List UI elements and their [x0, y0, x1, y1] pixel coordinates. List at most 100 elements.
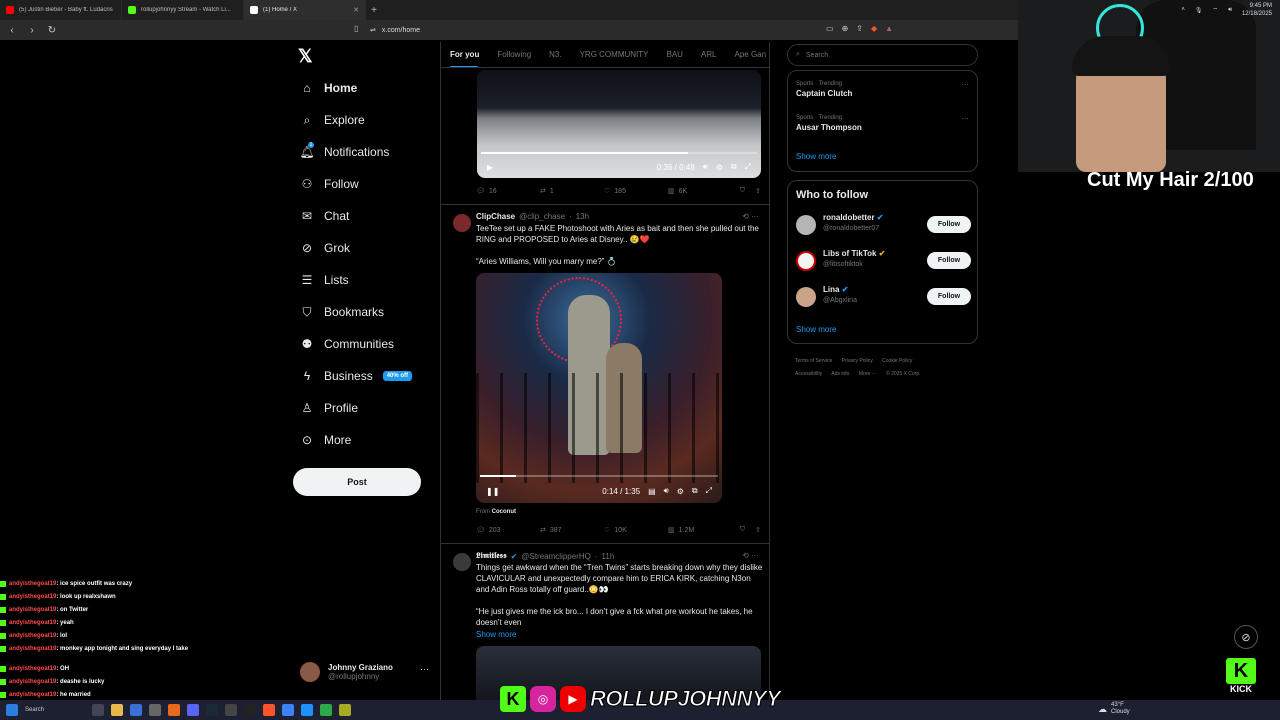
firefox-icon[interactable]	[168, 704, 180, 716]
footer-link[interactable]: Terms of Service	[795, 358, 832, 364]
search-input[interactable]: ⌕ Search	[787, 44, 978, 66]
avatar[interactable]	[453, 214, 471, 232]
avatar[interactable]	[453, 553, 471, 571]
suggestion-item[interactable]: Lina ✔ @Abgxlina Follow	[796, 285, 971, 309]
app-icon[interactable]	[130, 704, 142, 716]
new-tab-button[interactable]: +	[366, 5, 382, 16]
volume-icon[interactable]: 🔊︎	[703, 162, 708, 172]
repost-button[interactable]: ⇄ 387	[540, 526, 604, 535]
grok-floating-button[interactable]: ⊘	[1234, 625, 1258, 649]
nav-home[interactable]: ⌂ Home	[300, 81, 357, 95]
browser-tab-kick[interactable]: rollupjohnnyy Stream - Watch Li...	[122, 0, 244, 20]
author-name[interactable]: ClipChase	[476, 212, 515, 221]
file-explorer-icon[interactable]	[111, 704, 123, 716]
video-progress-bar[interactable]	[481, 152, 757, 154]
tab-following[interactable]: Following	[497, 50, 531, 59]
video-player[interactable]: ❚❚ 0:14 / 1:35 ▤ 🔊︎ ⚙ ⧉ ⤢	[476, 273, 722, 503]
app-icon[interactable]	[149, 704, 161, 716]
rewards-icon[interactable]: ▲	[885, 24, 893, 33]
footer-link[interactable]: Ads info	[831, 371, 849, 377]
windows-start-icon[interactable]	[6, 704, 18, 716]
app-icon[interactable]	[301, 704, 313, 716]
footer-link[interactable]: More ···	[859, 371, 877, 377]
tab-arl[interactable]: ARL	[701, 50, 717, 59]
settings-icon[interactable]: ⚙	[716, 163, 723, 172]
forward-icon[interactable]: ›	[26, 25, 38, 36]
volume-icon[interactable]: 🔊︎	[664, 486, 669, 496]
footer-link[interactable]: Cookie Policy	[882, 358, 912, 364]
volume-icon[interactable]: 🔊︎	[1228, 7, 1232, 14]
share-icon[interactable]: ⇪	[755, 526, 761, 534]
video-player[interactable]: ▶ 0:36 / 0:48 🔊︎ ⚙ ⧉ ⤢	[477, 70, 761, 178]
taskbar-search[interactable]: Search	[25, 707, 85, 713]
app-icon[interactable]	[320, 704, 332, 716]
follow-button[interactable]: Follow	[927, 216, 971, 233]
nav-more[interactable]: ⊙ More	[300, 433, 351, 447]
share-icon[interactable]: ⇪	[755, 187, 761, 195]
chevron-up-icon[interactable]: ˄	[1181, 7, 1185, 13]
tab-n3[interactable]: N3.	[549, 50, 561, 59]
discord-icon[interactable]	[187, 704, 199, 716]
suggestion-item[interactable]: Libs of TikTok ✔ @libsoftiktok Follow	[796, 249, 971, 273]
app-icon[interactable]	[244, 704, 256, 716]
nav-profile[interactable]: ♙ Profile	[300, 401, 358, 415]
bookmark-page-icon[interactable]: ▯	[354, 24, 358, 33]
trend-item[interactable]: Sports · Trending Ausar Thompson	[796, 115, 862, 132]
browser-tab-youtube[interactable]: (5) Justin Bieber - Baby ft. Ludacris	[0, 0, 122, 20]
wifi-icon[interactable]: ⌔	[1213, 6, 1219, 14]
browser-tab-x[interactable]: (1) Home / X ✕	[244, 0, 366, 20]
app-icon[interactable]	[225, 704, 237, 716]
steam-icon[interactable]	[206, 704, 218, 716]
pause-icon[interactable]: ❚❚	[486, 487, 499, 496]
tab-yrg-community[interactable]: YRG COMMUNITY	[580, 50, 649, 59]
follow-button[interactable]: Follow	[927, 288, 971, 305]
app-icon[interactable]	[339, 704, 351, 716]
video-progress-bar[interactable]	[480, 475, 718, 477]
tweet-time[interactable]: 11h	[602, 552, 615, 561]
bookmark-icon[interactable]: ⛉	[740, 526, 745, 534]
nav-follow[interactable]: ⚇ Follow	[300, 177, 359, 191]
trend-item[interactable]: Sports · Trending Captain Clutch	[796, 81, 852, 98]
taskbar-clock[interactable]: 9:45 PM 12/18/2025	[1242, 2, 1272, 18]
more-dots-icon[interactable]: ···	[961, 114, 969, 123]
weather-widget[interactable]: ☁ 43°F Cloudy	[1098, 702, 1130, 716]
suggestion-item[interactable]: ronaldobetter ✔ @ronaldobetter07 Follow	[796, 213, 971, 237]
nav-explore[interactable]: ⌕ Explore	[300, 113, 365, 128]
follow-button[interactable]: Follow	[927, 252, 971, 269]
task-view-icon[interactable]	[92, 704, 104, 716]
reply-button[interactable]: 💬︎ 203	[476, 526, 540, 535]
share-icon[interactable]: ⇪	[856, 24, 863, 33]
tab-for-you[interactable]: For you	[450, 50, 479, 67]
nav-chat[interactable]: ✉ Chat	[300, 209, 349, 223]
mic-icon[interactable]: 🎙︎	[1195, 7, 1203, 14]
reload-icon[interactable]: ↻	[46, 25, 58, 36]
site-info-icon[interactable]: ⇌	[370, 26, 376, 34]
like-button[interactable]: ♡ 185	[604, 187, 668, 196]
repost-button[interactable]: ⇄ 1	[540, 187, 604, 196]
brave-shield-icon[interactable]: ◆	[871, 24, 877, 33]
play-icon[interactable]: ▶	[487, 163, 493, 172]
back-icon[interactable]: ‹	[6, 25, 18, 36]
author-handle[interactable]: @clip_chase	[519, 212, 565, 221]
more-dots-icon[interactable]: ⟲ ···	[742, 551, 759, 560]
zoom-icon[interactable]: ⊕	[842, 24, 849, 33]
screen-cast-icon[interactable]: ▭	[826, 24, 834, 33]
nav-communities[interactable]: ⚉ Communities	[300, 337, 394, 351]
pip-icon[interactable]: ⧉	[692, 486, 698, 496]
from-source[interactable]: Coconut	[492, 509, 516, 515]
fullscreen-icon[interactable]: ⤢	[706, 486, 712, 496]
show-more-link[interactable]: Show more	[476, 629, 766, 640]
views-button[interactable]: ▥ 6K	[668, 187, 732, 196]
bookmark-icon[interactable]: ⛉	[740, 187, 745, 195]
nav-notifications[interactable]: 🔔︎ 1 Notifications	[299, 142, 389, 159]
more-dots-icon[interactable]: ···	[961, 80, 969, 89]
show-more-link[interactable]: Show more	[796, 325, 836, 334]
footer-link[interactable]: Privacy Policy	[842, 358, 873, 364]
brave-icon[interactable]	[263, 704, 275, 716]
footer-link[interactable]: Accessibility	[795, 371, 822, 377]
author-handle[interactable]: @StreamclipperHQ	[521, 552, 590, 561]
tab-ape-gang[interactable]: Ape Gan	[735, 50, 767, 59]
tab-bau[interactable]: BAU	[666, 50, 682, 59]
more-dots-icon[interactable]: ⟲ ···	[742, 212, 759, 221]
close-tab-icon[interactable]: ✕	[353, 6, 359, 14]
